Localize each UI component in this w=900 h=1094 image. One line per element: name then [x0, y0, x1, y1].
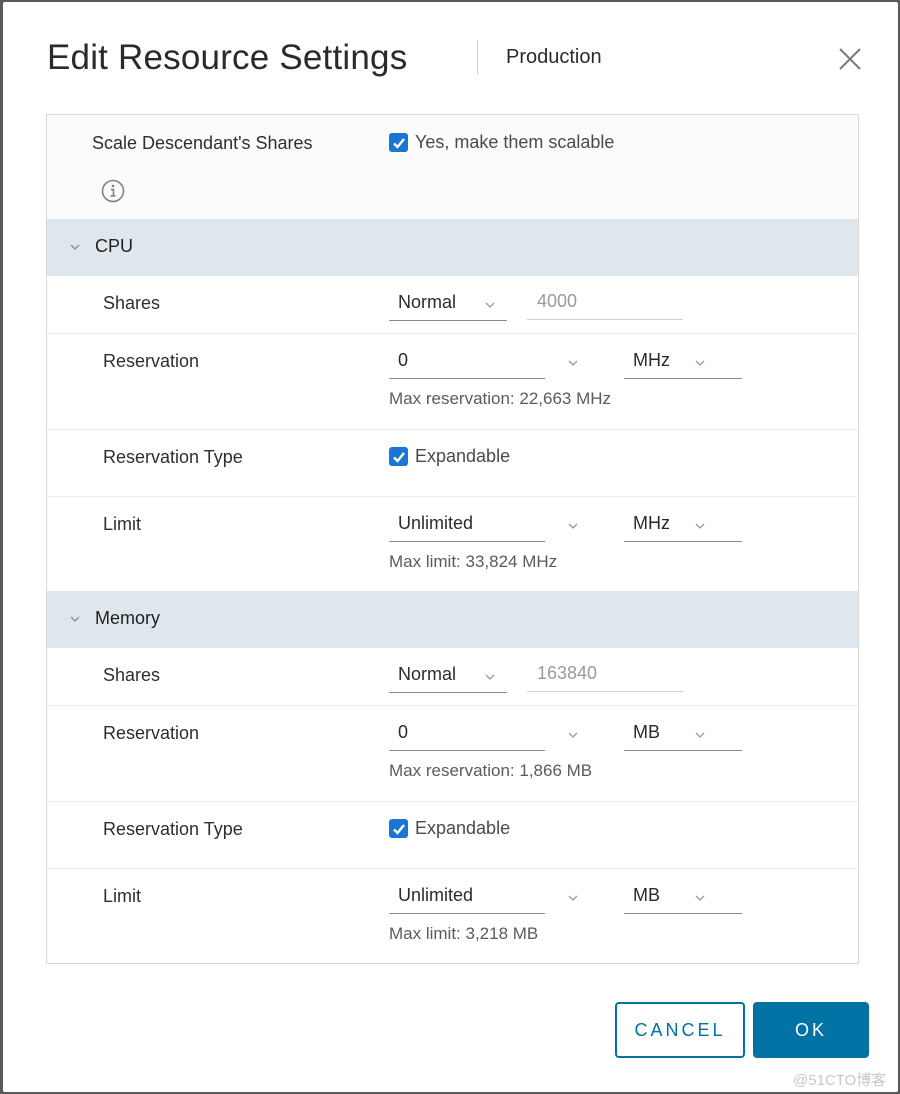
- dialog-subtitle: Production: [506, 46, 602, 68]
- ok-button[interactable]: OK: [753, 1002, 869, 1058]
- edit-resource-settings-dialog: Edit Resource Settings Production Scale …: [3, 2, 898, 1092]
- cpu-shares-level-select[interactable]: Normal: [389, 290, 507, 321]
- scale-descendants-checkbox[interactable]: Yes, make them scalable: [389, 132, 614, 153]
- cpu-reservation-label: Reservation: [103, 351, 200, 371]
- cpu-shares-value: 4000: [537, 291, 578, 311]
- chevron-down-icon: [485, 302, 495, 308]
- checkmark-icon: [392, 823, 405, 835]
- memory-expandable-checkbox[interactable]: Expandable: [389, 818, 510, 839]
- memory-reservation-input[interactable]: 0: [389, 720, 578, 751]
- memory-reservation-value: 0: [398, 722, 409, 742]
- scale-descendants-checkbox-label: Yes, make them scalable: [415, 132, 615, 152]
- dialog-title: Edit Resource Settings: [47, 38, 408, 77]
- memory-shares-level-select[interactable]: Normal: [389, 662, 507, 693]
- cpu-section-label: CPU: [95, 236, 134, 256]
- cpu-limit-row: Limit Unlimited MHz Max limit: 33,824 MH…: [47, 497, 858, 591]
- cpu-reservation-value: 0: [398, 350, 409, 370]
- memory-shares-row: Shares Normal 163840: [47, 648, 858, 706]
- cpu-reservation-unit: MHz: [633, 350, 670, 370]
- cpu-reservation-unit-select[interactable]: MHz: [624, 348, 742, 379]
- cpu-section-header[interactable]: CPU: [47, 219, 858, 276]
- scale-descendants-row: Scale Descendant's Shares Yes, make them…: [47, 115, 858, 219]
- memory-limit-value: Unlimited: [398, 885, 474, 905]
- cpu-limit-value: Unlimited: [398, 513, 474, 533]
- memory-limit-input[interactable]: Unlimited: [389, 883, 578, 914]
- memory-shares-level-value: Normal: [398, 664, 457, 684]
- chevron-down-icon: [568, 895, 578, 901]
- cpu-shares-level-value: Normal: [398, 292, 457, 312]
- memory-section-header[interactable]: Memory: [47, 591, 858, 648]
- chevron-down-icon: [695, 360, 705, 366]
- chevron-down-icon: [695, 895, 705, 901]
- cpu-expandable-checkbox[interactable]: Expandable: [389, 446, 510, 467]
- checkbox-checked[interactable]: [389, 447, 408, 466]
- settings-panel: Scale Descendant's Shares Yes, make them…: [46, 114, 859, 964]
- chevron-down-icon: [568, 732, 578, 738]
- memory-reservation-unit: MB: [633, 722, 660, 742]
- memory-expandable-label: Expandable: [415, 818, 511, 838]
- cpu-reservation-type-row: Reservation Type Expandable: [47, 430, 858, 497]
- memory-limit-unit: MB: [633, 885, 660, 905]
- chevron-down-icon: [568, 360, 578, 366]
- memory-shares-value-input[interactable]: 163840: [527, 661, 683, 692]
- close-button[interactable]: [837, 46, 863, 72]
- close-icon: [839, 48, 861, 70]
- cancel-button[interactable]: CANCEL: [615, 1002, 745, 1058]
- checkbox-checked[interactable]: [389, 819, 408, 838]
- memory-shares-label: Shares: [103, 665, 161, 685]
- checkbox-checked[interactable]: [389, 133, 408, 152]
- cpu-shares-row: Shares Normal 4000: [47, 276, 858, 334]
- memory-reservation-type-row: Reservation Type Expandable: [47, 802, 858, 869]
- info-icon[interactable]: [101, 179, 125, 203]
- cpu-max-limit: Max limit: 33,824 MHz: [389, 552, 558, 571]
- memory-limit-unit-select[interactable]: MB: [624, 883, 742, 914]
- cpu-reservation-input[interactable]: 0: [389, 348, 578, 379]
- memory-reservation-unit-select[interactable]: MB: [624, 720, 742, 751]
- memory-reservation-type-label: Reservation Type: [103, 819, 243, 839]
- chevron-down-icon: [695, 523, 705, 529]
- cpu-max-reservation: Max reservation: 22,663 MHz: [389, 389, 612, 408]
- cpu-reservation-type-label: Reservation Type: [103, 447, 243, 467]
- title-divider: [477, 40, 478, 74]
- checkmark-icon: [392, 137, 405, 149]
- cpu-limit-input[interactable]: Unlimited: [389, 511, 578, 542]
- cpu-limit-label: Limit: [103, 514, 142, 534]
- chevron-down-icon: [70, 244, 80, 250]
- cpu-shares-label: Shares: [103, 293, 161, 313]
- scale-descendants-label: Scale Descendant's Shares: [92, 133, 313, 153]
- checkmark-icon: [392, 451, 405, 463]
- dialog-header: Edit Resource Settings Production: [47, 34, 898, 84]
- cpu-shares-value-input[interactable]: 4000: [527, 289, 683, 320]
- chevron-down-icon: [70, 616, 80, 622]
- memory-max-limit: Max limit: 3,218 MB: [389, 924, 539, 943]
- memory-section-label: Memory: [95, 608, 161, 628]
- memory-limit-label: Limit: [103, 886, 142, 906]
- memory-limit-row: Limit Unlimited MB Max limit: 3,218 MB: [47, 869, 858, 963]
- memory-shares-value: 163840: [537, 663, 598, 683]
- cpu-reservation-row: Reservation 0 MHz Max reservation: 22,66…: [47, 334, 858, 430]
- chevron-down-icon: [485, 674, 495, 680]
- chevron-down-icon: [568, 523, 578, 529]
- cpu-limit-unit-select[interactable]: MHz: [624, 511, 742, 542]
- chevron-down-icon: [695, 732, 705, 738]
- cpu-expandable-label: Expandable: [415, 446, 511, 466]
- cpu-limit-unit: MHz: [633, 513, 670, 533]
- memory-reservation-label: Reservation: [103, 723, 200, 743]
- memory-max-reservation: Max reservation: 1,866 MB: [389, 761, 593, 780]
- watermark: @51CTO博客: [793, 1072, 887, 1089]
- memory-reservation-row: Reservation 0 MB Max reservation: 1,866 …: [47, 706, 858, 802]
